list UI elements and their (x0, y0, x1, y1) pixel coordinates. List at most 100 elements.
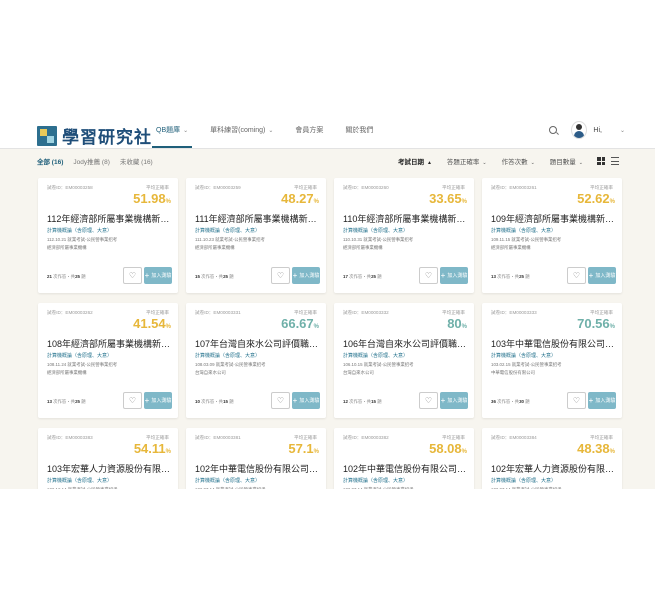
exam-card[interactable]: 試卷ID：EM00003333 平均正確率 70.56% 103年中華電信股份有… (482, 303, 622, 418)
percent-unit: % (461, 449, 467, 455)
nav-item[interactable]: 關於我們 (341, 112, 377, 148)
answer-count: 13 (47, 399, 52, 404)
heart-icon: ♡ (128, 270, 137, 280)
exam-title[interactable]: 111年經濟部所屬事業機構新… (195, 212, 319, 225)
add-to-quiz-button[interactable]: + 加入測驗 (144, 392, 172, 409)
exam-title[interactable]: 110年經濟部所屬事業機構新… (343, 212, 467, 225)
plus-icon: + (588, 395, 594, 405)
exam-date-info: 102.12.14 就業考試-公民營事業招考 (47, 487, 118, 489)
accuracy-value: 52.62% (577, 191, 615, 206)
exam-card[interactable]: 試卷ID：EM00003332 平均正確率 80% 106年台灣自來水公司評價職… (334, 303, 474, 418)
sort-option[interactable]: 題目數量 ⌄ (550, 156, 583, 166)
plus-icon: + (440, 395, 446, 405)
filter-tab[interactable]: 全部 (16) (37, 156, 63, 166)
nav-item[interactable]: 會員方案 (291, 112, 327, 148)
exam-id: 試卷ID：EM00003262 (47, 310, 93, 315)
favorite-button[interactable]: ♡ (123, 392, 142, 409)
nav-item-label: 單科練習(coming) (210, 127, 266, 134)
plus-icon: + (292, 270, 298, 280)
exam-title[interactable]: 106年台灣自來水公司評價職… (343, 337, 467, 350)
add-button-label: 加入測驗 (299, 273, 320, 279)
avatar[interactable] (571, 121, 588, 139)
chevron-down-icon[interactable]: ⌄ (620, 127, 625, 134)
exam-title[interactable]: 107年台灣自來水公司評價職… (195, 337, 319, 350)
exam-subject: 計算機概論（含原理、大意） (47, 353, 113, 359)
favorite-button[interactable]: ♡ (419, 392, 438, 409)
favorite-button[interactable]: ♡ (419, 267, 438, 284)
filter-tab[interactable]: 未收藏 (16) (120, 156, 153, 166)
exam-title[interactable]: 108年經濟部所屬事業機構新… (47, 337, 171, 350)
exam-card[interactable]: 試卷ID：EM00003259 平均正確率 48.27% 111年經濟部所屬事業… (186, 178, 326, 293)
sort-label: 考試日期 (397, 159, 424, 166)
exam-organization: 經濟部所屬事業機構 (343, 245, 383, 250)
percent-unit: % (165, 199, 171, 205)
nav-item-label: 關於我們 (345, 127, 374, 134)
add-to-quiz-button[interactable]: + 加入測驗 (440, 267, 468, 284)
favorite-button[interactable]: ♡ (123, 267, 142, 284)
list-view-icon[interactable] (611, 157, 619, 165)
exam-title[interactable]: 102年宏華人力資源股份有限… (491, 462, 615, 475)
exam-title[interactable]: 103年中華電信股份有限公司… (491, 337, 615, 350)
nav-item[interactable]: 單科練習(coming) ⌄ (206, 112, 277, 148)
percent-unit: % (609, 199, 615, 205)
add-to-quiz-button[interactable]: + 加入測驗 (440, 392, 468, 409)
site-logo[interactable]: 學習研究社 (37, 123, 152, 148)
percent-unit: % (461, 324, 467, 330)
exam-card[interactable]: 試卷ID：EM00003261 平均正確率 52.62% 109年經濟部所屬事業… (482, 178, 622, 293)
chevron-down-icon: ⌄ (183, 128, 189, 134)
nav-item-label: 會員方案 (295, 127, 324, 134)
exam-card[interactable]: 試卷ID：EM00003384 平均正確率 48.38% 102年宏華人力資源股… (482, 428, 622, 489)
add-to-quiz-button[interactable]: + 加入測驗 (292, 267, 320, 284)
exam-subject: 計算機概論（含原理、大意） (491, 228, 557, 234)
exam-card[interactable]: 試卷ID：EM00003260 平均正確率 33.65% 110年經濟部所屬事業… (334, 178, 474, 293)
favorite-button[interactable]: ♡ (567, 267, 586, 284)
sort-option[interactable]: 答題正確率 ⌄ (447, 156, 487, 166)
favorite-button[interactable]: ♡ (271, 267, 290, 284)
nav-item[interactable]: QB題庫 ⌄ (152, 112, 193, 148)
sort-option[interactable]: 作答次數 ⌄ (502, 156, 535, 166)
answer-stats: 13 次作答・共25 題 (491, 274, 530, 279)
answer-count: 21 (47, 274, 52, 279)
accuracy-value: 80% (447, 316, 467, 331)
exam-title[interactable]: 112年經濟部所屬事業機構新… (47, 212, 171, 225)
exam-title[interactable]: 102年中華電信股份有限公司… (343, 462, 467, 475)
grid-view-icon[interactable] (597, 157, 605, 165)
add-to-quiz-button[interactable]: + 加入測驗 (292, 392, 320, 409)
exam-id: 試卷ID：EM00003332 (343, 310, 389, 315)
exam-date-info: 102.07.14 就業考試-公民營事業招考 (343, 487, 414, 489)
add-to-quiz-button[interactable]: + 加入測驗 (144, 267, 172, 284)
favorite-button[interactable]: ♡ (567, 392, 586, 409)
filter-tab[interactable]: Jody推薦 (8) (73, 156, 109, 166)
accuracy-number: 70.56 (577, 316, 610, 331)
plus-icon: + (440, 270, 446, 280)
accuracy-number: 48.27 (281, 191, 314, 206)
percent-unit: % (609, 324, 615, 330)
exam-card[interactable]: 試卷ID：EM00003383 平均正確率 54.11% 103年宏華人力資源股… (38, 428, 178, 489)
exam-title[interactable]: 103年宏華人力資源股份有限… (47, 462, 171, 475)
exam-card[interactable]: 試卷ID：EM00003262 平均正確率 41.54% 108年經濟部所屬事業… (38, 303, 178, 418)
main-nav: QB題庫 ⌄ 單科練習(coming) ⌄ 會員方案 關於我們 (152, 112, 391, 148)
answer-stats: 13 次作答・共25 題 (47, 399, 86, 404)
exam-subject: 計算機概論（含原理、大意） (343, 228, 409, 234)
sort-label: 作答次數 (501, 159, 528, 166)
filter-tabs: 全部 (16) Jody推薦 (8) 未收藏 (16) (37, 156, 163, 166)
add-to-quiz-button[interactable]: + 加入測驗 (588, 267, 616, 284)
search-icon[interactable] (549, 126, 558, 134)
exam-card[interactable]: 試卷ID：EM00003258 平均正確率 51.98% 112年經濟部所屬事業… (38, 178, 178, 293)
sort-arrow-icon: ▲ (426, 160, 432, 166)
exam-card[interactable]: 試卷ID：EM00003382 平均正確率 58.08% 102年中華電信股份有… (334, 428, 474, 489)
exam-title[interactable]: 102年中華電信股份有限公司… (195, 462, 319, 475)
exam-card[interactable]: 試卷ID：EM00003381 平均正確率 57.1% 102年中華電信股份有限… (186, 428, 326, 489)
question-count: 15 (371, 399, 376, 404)
accuracy-value: 48.27% (281, 191, 319, 206)
question-count: 25 (371, 274, 376, 279)
sort-option[interactable]: 考試日期 ▲ (398, 156, 432, 166)
exam-card[interactable]: 試卷ID：EM00003331 平均正確率 66.67% 107年台灣自來水公司… (186, 303, 326, 418)
favorite-button[interactable]: ♡ (271, 392, 290, 409)
accuracy-value: 54.11% (134, 441, 171, 456)
add-button-label: 加入測驗 (595, 398, 616, 404)
add-to-quiz-button[interactable]: + 加入測驗 (588, 392, 616, 409)
accuracy-number: 52.62 (577, 191, 610, 206)
exam-title[interactable]: 109年經濟部所屬事業機構新… (491, 212, 615, 225)
exam-organization: 經濟部所屬事業機構 (195, 245, 235, 250)
